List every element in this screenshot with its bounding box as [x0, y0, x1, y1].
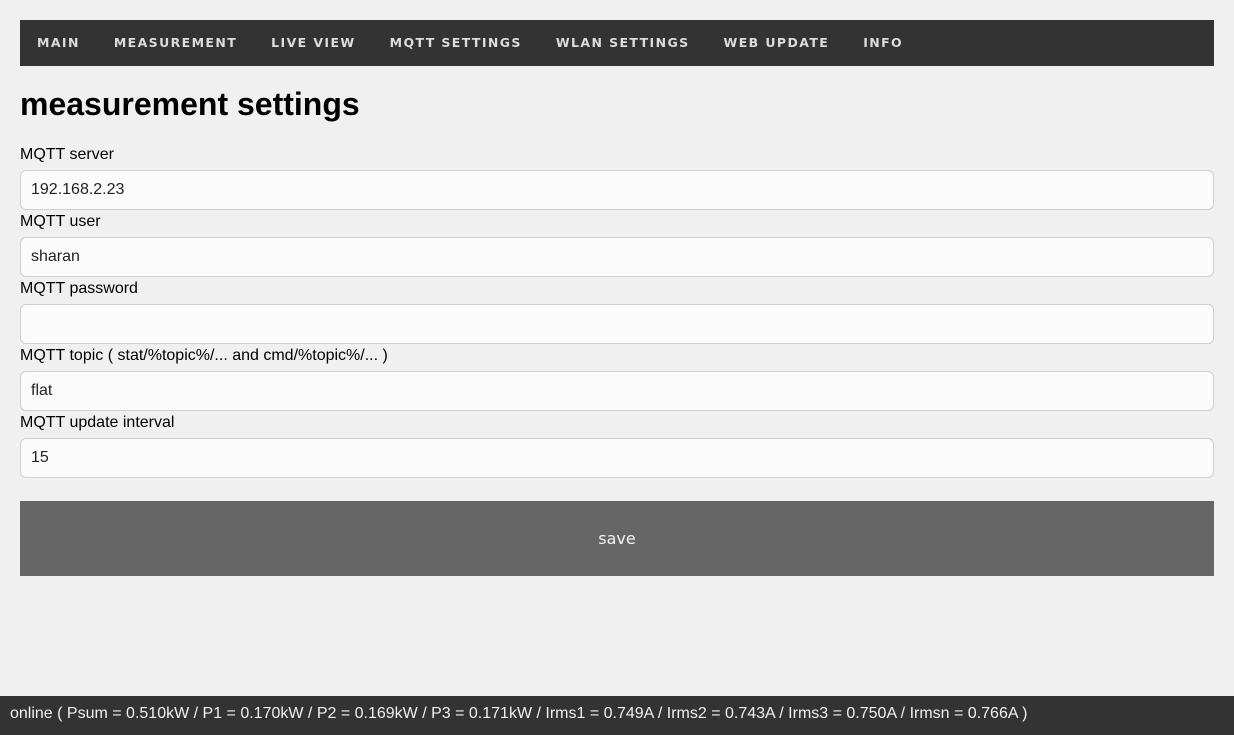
mqtt-update-interval-input[interactable] — [20, 438, 1214, 478]
mqtt-user-input[interactable] — [20, 237, 1214, 277]
nav-item-main[interactable]: MAIN — [20, 20, 97, 66]
mqtt-user-label: MQTT user — [20, 213, 101, 230]
mqtt-server-label: MQTT server — [20, 146, 114, 163]
mqtt-password-input[interactable] — [20, 304, 1214, 344]
page-title: measurement settings — [20, 86, 360, 122]
page-container: MAIN MEASUREMENT LIVE VIEW MQTT SETTINGS… — [20, 20, 1214, 576]
mqtt-topic-input[interactable] — [20, 371, 1214, 411]
nav-item-live-view[interactable]: LIVE VIEW — [254, 20, 372, 66]
save-button[interactable]: save — [20, 501, 1214, 576]
top-navbar: MAIN MEASUREMENT LIVE VIEW MQTT SETTINGS… — [20, 20, 1214, 66]
nav-item-mqtt-settings[interactable]: MQTT SETTINGS — [373, 20, 539, 66]
nav-item-wlan-settings[interactable]: WLAN SETTINGS — [539, 20, 707, 66]
settings-form: MQTT server MQTT user MQTT password MQTT… — [20, 144, 1214, 479]
nav-item-measurement[interactable]: MEASUREMENT — [97, 20, 254, 66]
mqtt-server-input[interactable] — [20, 170, 1214, 210]
nav-item-info[interactable]: INFO — [846, 20, 920, 66]
nav-item-web-update[interactable]: WEB UPDATE — [707, 20, 847, 66]
status-bar: online ( Psum = 0.510kW / P1 = 0.170kW /… — [0, 696, 1234, 735]
mqtt-update-interval-label: MQTT update interval — [20, 414, 175, 431]
mqtt-password-label: MQTT password — [20, 280, 138, 297]
mqtt-topic-label: MQTT topic ( stat/%topic%/... and cmd/%t… — [20, 347, 388, 364]
